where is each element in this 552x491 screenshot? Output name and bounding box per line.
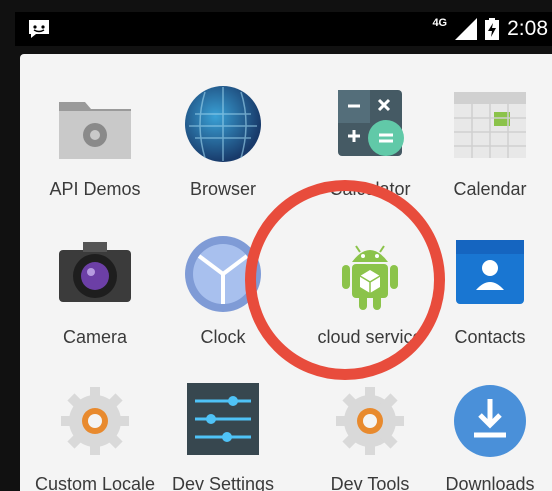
network-type: 4G [432, 17, 448, 29]
app-label: Contacts [454, 327, 526, 347]
app-label: Clock [200, 327, 246, 347]
status-time: 2:08 [507, 17, 548, 40]
android-icon [342, 245, 398, 310]
status-bar: 4G 2:08 [15, 12, 552, 46]
device-frame: 4G 2:08 API Demos Browser Calculator Cal… [0, 0, 552, 491]
app-label: Dev Settings [171, 474, 275, 491]
clock-icon [185, 236, 261, 312]
app-label: Calendar [453, 179, 527, 199]
globe-icon [185, 86, 261, 162]
message-notification-icon [29, 20, 49, 38]
app-browser[interactable]: Browser [148, 84, 298, 214]
signal-icon [455, 18, 478, 40]
battery-charging-icon [485, 18, 500, 40]
app-label: Browser [189, 179, 256, 199]
contacts-icon [456, 240, 524, 304]
camera-icon [59, 242, 131, 302]
app-grid: API Demos Browser Calculator Calendar Ca… [20, 54, 552, 491]
download-icon [454, 385, 526, 457]
app-calendar[interactable]: Calendar [415, 84, 552, 214]
app-contacts[interactable]: Contacts [415, 232, 552, 362]
app-downloads[interactable]: Downloads [415, 379, 552, 491]
app-dev-settings[interactable]: Dev Settings [148, 379, 298, 491]
app-drawer: API Demos Browser Calculator Calendar Ca… [20, 54, 552, 491]
gear-icon [61, 387, 129, 455]
app-label: Downloads [445, 474, 535, 491]
app-clock[interactable]: Clock [148, 232, 298, 362]
calendar-icon [454, 92, 526, 158]
calculator-icon [338, 90, 404, 156]
folder-gear-icon [59, 102, 131, 159]
gear-icon [336, 387, 404, 455]
sliders-icon [187, 383, 259, 455]
